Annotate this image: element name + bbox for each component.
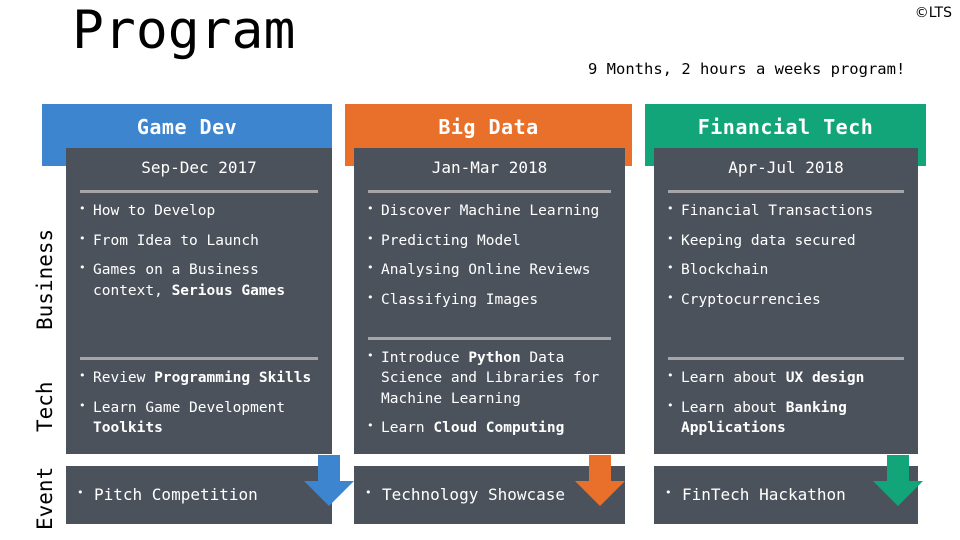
bullet-text: Technology Showcase	[382, 484, 566, 504]
bullet-emphasis: UX design	[785, 370, 865, 387]
bullet-item: Introduce Python Data Science and Librar…	[364, 348, 615, 410]
event-panel-game-dev: Pitch Competition	[66, 466, 332, 524]
bullet-emphasis: Python	[468, 349, 521, 366]
business-section: How to Develop From Idea to Launch Games o…	[66, 193, 332, 310]
business-section: Financial Transactions Keeping data secur…	[654, 193, 918, 319]
column-period: Apr-Jul 2018	[728, 158, 844, 177]
bullet-item: Blockchain	[664, 260, 908, 281]
bullet-item: Analysing Online Reviews	[364, 260, 615, 281]
bullet-item: Learn Game Development Toolkits	[76, 398, 322, 439]
column-panel-financial-tech: Apr-Jul 2018 Financial Transactions Keepin…	[654, 148, 918, 454]
bullet-item: Learn Cloud Computing	[364, 418, 615, 439]
bullet-item: Learn about Banking Applications	[664, 398, 908, 439]
bullet-text: How to Develop	[93, 203, 216, 219]
tech-section: Learn about UX design Learn about Banking…	[654, 360, 918, 448]
bullet-text: Learn Game Development	[93, 399, 286, 416]
bullet-text: Discover Machine Learning	[381, 203, 600, 219]
bullet-text: Review	[93, 370, 155, 387]
bullet-emphasis: Cloud Computing	[433, 420, 565, 437]
bullet-text: Introduce	[381, 349, 469, 366]
bullet-text: Keeping data secured	[681, 232, 856, 249]
bullet-item: From Idea to Launch	[76, 231, 322, 252]
bullet-emphasis: Toolkits	[93, 420, 163, 437]
column-period: Jan-Mar 2018	[431, 158, 548, 177]
column-title: Big Data	[438, 115, 539, 139]
bullet-item: Predicting Model	[364, 231, 615, 252]
bullet-item: How to Develop	[76, 201, 322, 222]
down-arrow-icon	[871, 455, 925, 507]
bullet-item: Games on a Business context, Serious Gam…	[76, 260, 322, 301]
column-panel-game-dev: Sep-Dec 2017 How to Develop From Idea to L…	[66, 148, 332, 454]
column-title: Game Dev	[136, 115, 238, 139]
program-column-financial-tech: Financial Tech Apr-Jul 2018 Financial Tran…	[645, 0, 926, 540]
bullet-text: Analysing Online Reviews	[381, 262, 591, 279]
bullet-item: Keeping data secured	[664, 231, 908, 252]
bullet-text: Learn about	[681, 399, 786, 416]
bullet-text: From Idea to Launch	[93, 232, 259, 249]
bullet-item: Review Programming Skills	[76, 368, 322, 389]
tech-section: Introduce Python Data Science and Librar…	[354, 340, 625, 448]
bullet-text: Financial Transactions	[681, 203, 874, 219]
bullet-text: FinTech Hackathon	[682, 484, 846, 504]
bullet-text: Learn about	[681, 370, 786, 387]
program-column-big-data: Big Data Jan-Mar 2018 Discover Machine Lea…	[345, 0, 632, 540]
bullet-item: Technology Showcase	[362, 484, 565, 507]
column-title: Financial Tech	[697, 115, 874, 139]
bullet-emphasis: Programming Skills	[154, 370, 312, 387]
bullet-item: Learn about UX design	[664, 368, 908, 389]
bullet-text: Blockchain	[681, 262, 769, 279]
bullet-text: Predicting Model	[381, 232, 521, 249]
business-section: Discover Machine Learning Predicting Mode…	[354, 193, 625, 319]
bullet-item: Classifying Images	[364, 290, 615, 311]
bullet-item: Financial Transactions	[664, 201, 908, 222]
bullet-text: Cryptocurrencies	[681, 291, 821, 308]
column-period: Sep-Dec 2017	[141, 158, 257, 177]
bullet-item: FinTech Hackathon	[662, 484, 846, 507]
bullet-item: Pitch Competition	[74, 484, 258, 507]
bullet-item: Discover Machine Learning	[364, 201, 615, 222]
tech-section: Review Programming Skills Learn Game Deve…	[66, 360, 332, 448]
bullet-emphasis: Serious Games	[171, 282, 286, 299]
program-column-game-dev: Game Dev Sep-Dec 2017 How to Develop From I…	[42, 0, 354, 540]
bullet-text: Learn	[381, 420, 434, 437]
bullet-text: Classifying Images	[381, 291, 539, 308]
column-panel-big-data: Jan-Mar 2018 Discover Machine Learning Pre…	[354, 148, 625, 454]
bullet-item: Cryptocurrencies	[664, 290, 908, 311]
bullet-text: Pitch Competition	[94, 484, 258, 504]
down-arrow-icon	[573, 455, 627, 507]
